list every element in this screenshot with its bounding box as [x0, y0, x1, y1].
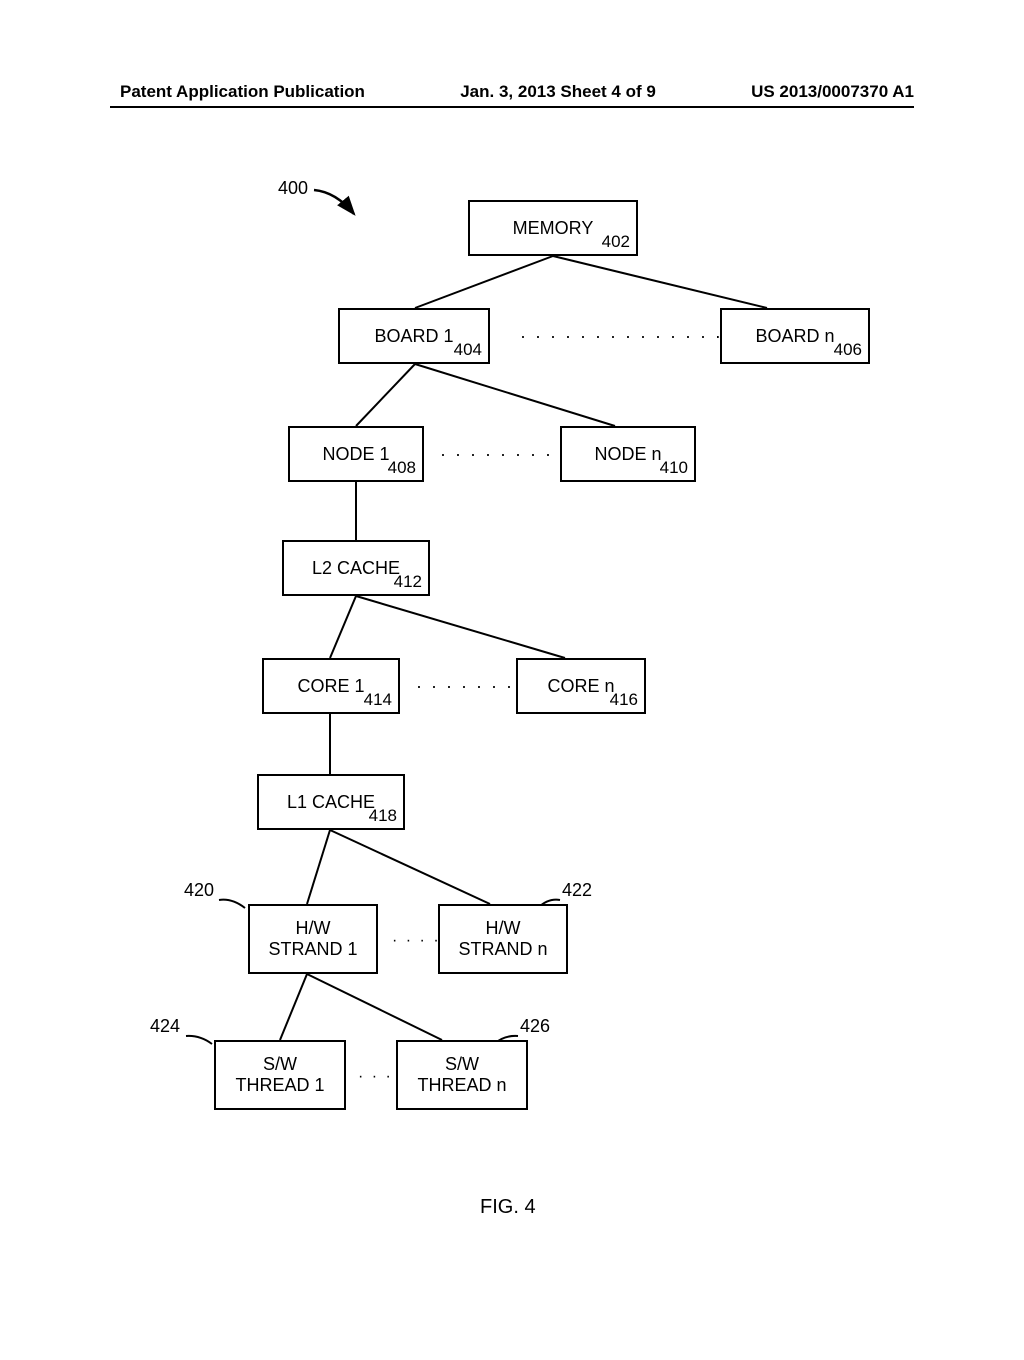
coren-label: CORE n	[547, 676, 614, 697]
l2-label: L2 CACHE	[312, 558, 400, 579]
l1-label: L1 CACHE	[287, 792, 375, 813]
l2-ref: 412	[394, 572, 422, 592]
boardn-label: BOARD n	[755, 326, 834, 347]
boards-dots: · · · · · · · · · · · · · ·	[520, 326, 723, 347]
board1-label: BOARD 1	[374, 326, 453, 347]
boardn-box: BOARD n 406	[720, 308, 870, 364]
hwn-box: H/W STRAND n	[438, 904, 568, 974]
board1-ref: 404	[454, 340, 482, 360]
core1-ref: 414	[364, 690, 392, 710]
figure-caption: FIG. 4	[480, 1196, 536, 1219]
sw1-box: S/W THREAD 1	[214, 1040, 346, 1110]
coren-box: CORE n 416	[516, 658, 646, 714]
core1-label: CORE 1	[297, 676, 364, 697]
hwn-label2: STRAND n	[458, 939, 547, 960]
hw1-box: H/W STRAND 1	[248, 904, 378, 974]
hw1-label1: H/W	[296, 918, 331, 939]
l1-box: L1 CACHE 418	[257, 774, 405, 830]
header-left: Patent Application Publication	[120, 82, 365, 102]
core1-box: CORE 1 414	[262, 658, 400, 714]
noden-label: NODE n	[594, 444, 661, 465]
l1-ref: 418	[369, 806, 397, 826]
node1-label: NODE 1	[322, 444, 389, 465]
node1-ref: 408	[388, 458, 416, 478]
node1-box: NODE 1 408	[288, 426, 424, 482]
swn-ref-label: 426	[520, 1016, 550, 1037]
hw1-ref-label: 420	[184, 880, 214, 901]
swn-label2: THREAD n	[417, 1075, 506, 1096]
hwn-ref-label: 422	[562, 880, 592, 901]
boardn-ref: 406	[834, 340, 862, 360]
swn-label1: S/W	[445, 1054, 479, 1075]
header-divider	[110, 106, 914, 108]
sw1-ref-label: 424	[150, 1016, 180, 1037]
coren-ref: 416	[610, 690, 638, 710]
header-center: Jan. 3, 2013 Sheet 4 of 9	[460, 82, 656, 102]
sw1-label1: S/W	[263, 1054, 297, 1075]
header-right: US 2013/0007370 A1	[751, 82, 914, 102]
noden-ref: 410	[660, 458, 688, 478]
hwn-label1: H/W	[486, 918, 521, 939]
l2-box: L2 CACHE 412	[282, 540, 430, 596]
sw1-label2: THREAD 1	[235, 1075, 324, 1096]
hw1-label2: STRAND 1	[268, 939, 357, 960]
noden-box: NODE n 410	[560, 426, 696, 482]
swn-box: S/W THREAD n	[396, 1040, 528, 1110]
board1-box: BOARD 1 404	[338, 308, 490, 364]
